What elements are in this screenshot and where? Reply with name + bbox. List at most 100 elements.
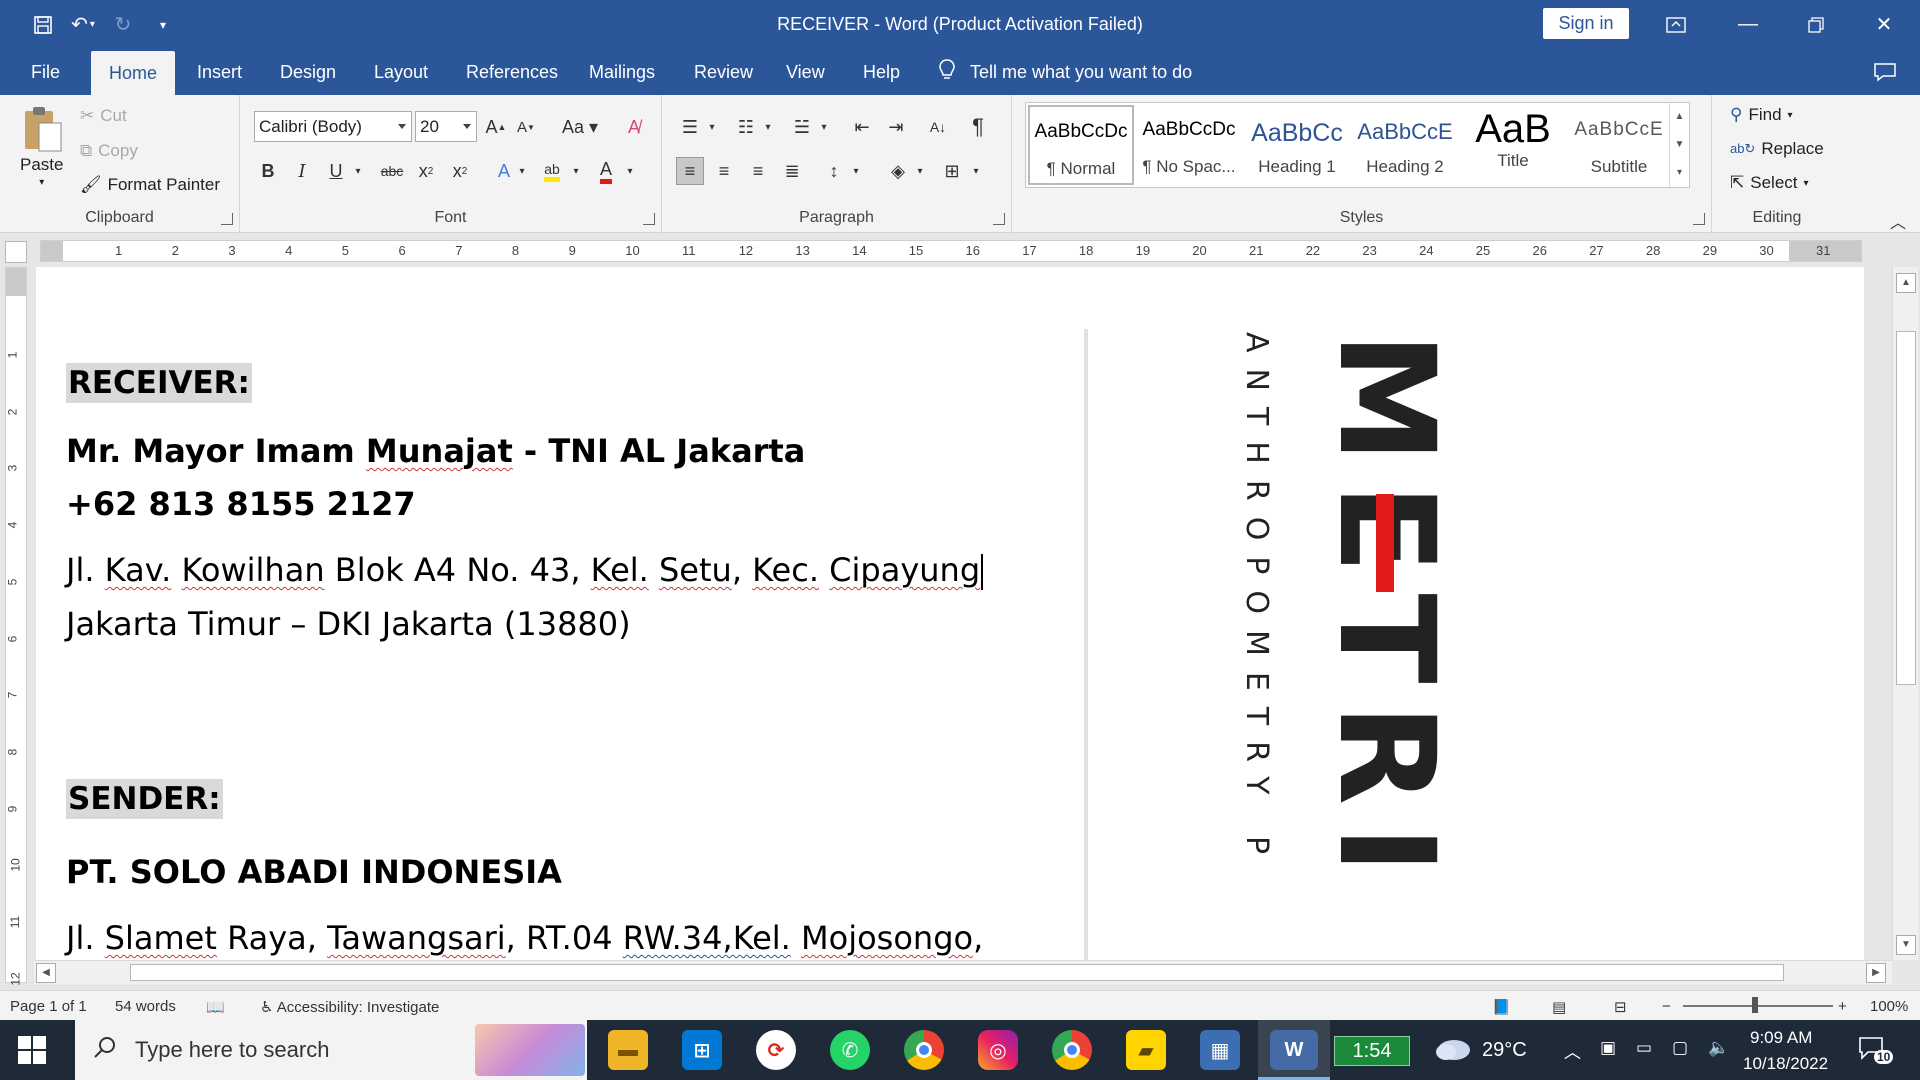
grow-font-icon[interactable]: A ▲ xyxy=(482,113,510,141)
style-subtitle[interactable]: AaBbCcE Subtitle xyxy=(1566,105,1672,185)
numbering-dropdown-icon[interactable]: ▾ xyxy=(754,113,782,141)
chrome-profile-icon[interactable] xyxy=(1052,1030,1092,1070)
antivirus-icon[interactable]: ⟳ xyxy=(756,1030,796,1070)
horizontal-scroll-thumb[interactable] xyxy=(130,964,1784,981)
windows-start-icon[interactable] xyxy=(18,1036,46,1064)
scroll-up-icon[interactable]: ▲ xyxy=(1896,273,1916,293)
battery-icon[interactable]: ▭ xyxy=(1636,1038,1652,1058)
tab-help[interactable]: Help xyxy=(863,49,900,95)
comments-icon[interactable] xyxy=(1870,59,1900,85)
print-layout-icon[interactable]: ▤ xyxy=(1552,998,1566,1016)
receiver-address-line-2[interactable]: Jakarta Timur – DKI Jakarta (13880) xyxy=(66,605,631,643)
zoom-slider[interactable] xyxy=(1683,1005,1833,1007)
shrink-font-icon[interactable]: A ▼ xyxy=(512,113,540,141)
paste-dropdown-icon[interactable]: ▾ xyxy=(39,177,44,188)
chrome-icon[interactable] xyxy=(904,1030,944,1070)
cut-button[interactable]: ✂ Cut xyxy=(80,106,127,126)
styles-scroll-down-icon[interactable]: ▼ xyxy=(1670,131,1689,159)
horizontal-ruler[interactable]: 1 2 3 4 5 6 7 8 9 10 11 12 13 14 15 16 17 18 19 20 21 22 23 24 2… xyxy=(40,240,1862,262)
volume-icon[interactable]: 🔈 xyxy=(1708,1038,1729,1058)
ribbon-display-options-icon[interactable] xyxy=(1644,0,1708,49)
font-size-box[interactable]: 20 xyxy=(415,111,477,142)
subscript-icon[interactable]: x2 xyxy=(412,157,440,185)
close-icon[interactable]: ✕ xyxy=(1852,0,1916,49)
tab-review[interactable]: Review xyxy=(694,49,753,95)
text-effects-dropdown-icon[interactable]: ▾ xyxy=(508,157,536,185)
style-title[interactable]: AaB Title xyxy=(1460,105,1566,185)
receiver-address-line-1[interactable]: Jl. Kav. Kowilhan Blok A4 No. 43, Kel. S… xyxy=(66,551,984,590)
increase-indent-icon[interactable]: ⇥ xyxy=(882,113,910,141)
scroll-down-icon[interactable]: ▼ xyxy=(1896,935,1916,955)
horizontal-scrollbar[interactable]: ◀ ▶ xyxy=(34,960,1892,984)
align-center-icon[interactable]: ≡ xyxy=(710,157,738,185)
font-name-box[interactable]: Calibri (Body) xyxy=(254,111,412,142)
zoom-out-icon[interactable]: − xyxy=(1662,998,1671,1015)
style-no-spacing[interactable]: AaBbCcDc ¶ No Spac... xyxy=(1136,105,1242,185)
display-tray-icon[interactable]: ▢ xyxy=(1672,1038,1688,1058)
clock-time[interactable]: 9:09 AM xyxy=(1750,1028,1812,1048)
page-count[interactable]: Page 1 of 1 xyxy=(10,998,87,1015)
styles-scroll-up-icon[interactable]: ▲ xyxy=(1670,103,1689,131)
proofing-icon[interactable]: 📖 xyxy=(206,998,225,1016)
microsoft-store-icon[interactable]: ⊞ xyxy=(682,1030,722,1070)
zoom-level[interactable]: 100% xyxy=(1870,998,1908,1015)
select-button[interactable]: ⇱ Select ▾ xyxy=(1730,173,1809,193)
taskbar-search[interactable]: Type here to search xyxy=(75,1020,587,1080)
styles-more-icon[interactable]: ▾ xyxy=(1670,159,1689,187)
align-right-icon[interactable]: ≡ xyxy=(744,157,772,185)
tab-selector-icon[interactable] xyxy=(5,241,27,263)
replace-button[interactable]: ab↻ Replace xyxy=(1730,139,1824,159)
sender-address-line-1[interactable]: Jl. Slamet Raya, Tawangsari, RT.04 RW.34… xyxy=(66,919,983,957)
tab-mailings[interactable]: Mailings xyxy=(589,49,655,95)
file-explorer-icon[interactable]: ▬ xyxy=(608,1030,648,1070)
accessibility-status[interactable]: ♿ Accessibility: Investigate xyxy=(260,998,439,1016)
clock-date[interactable]: 10/18/2022 xyxy=(1743,1054,1828,1074)
style-heading-2[interactable]: AaBbCcE Heading 2 xyxy=(1352,105,1458,185)
font-color-dropdown-icon[interactable]: ▾ xyxy=(616,157,644,185)
clipboard-launcher-icon[interactable] xyxy=(221,213,233,225)
bold-icon[interactable]: B xyxy=(254,157,282,185)
style-heading-1[interactable]: AaBbCc Heading 1 xyxy=(1244,105,1350,185)
sign-in-button[interactable]: Sign in xyxy=(1543,8,1629,39)
change-case-icon[interactable]: Aa ▾ xyxy=(558,113,602,141)
restore-icon[interactable] xyxy=(1784,0,1848,49)
highlight-dropdown-icon[interactable]: ▾ xyxy=(562,157,590,185)
tab-file[interactable]: File xyxy=(31,49,60,95)
weather-cloud-icon[interactable] xyxy=(1432,1034,1472,1062)
document-page[interactable]: RECEIVER: Mr. Mayor Imam Munajat - TNI A… xyxy=(36,267,1864,960)
timer-widget[interactable]: 1:54 xyxy=(1334,1036,1410,1066)
sender-heading[interactable]: SENDER: xyxy=(66,779,223,819)
clear-formatting-icon[interactable]: A̸ xyxy=(620,113,648,141)
scroll-right-icon[interactable]: ▶ xyxy=(1866,963,1886,983)
underline-dropdown-icon[interactable]: ▾ xyxy=(344,157,372,185)
italic-icon[interactable]: I xyxy=(288,157,316,185)
tab-view[interactable]: View xyxy=(786,49,825,95)
vertical-ruler[interactable]: 1 2 3 4 5 6 7 8 9 10 11 12 xyxy=(5,267,27,985)
line-spacing-dropdown-icon[interactable]: ▾ xyxy=(842,157,870,185)
shading-dropdown-icon[interactable]: ▾ xyxy=(906,157,934,185)
justify-icon[interactable]: ≣ xyxy=(778,157,806,185)
tell-me-box[interactable]: Tell me what you want to do xyxy=(938,49,1192,95)
tab-insert[interactable]: Insert xyxy=(197,49,242,95)
network-tray-icon[interactable]: ▣ xyxy=(1600,1038,1616,1058)
align-left-icon[interactable]: ≡ xyxy=(676,157,704,185)
sticky-notes-icon[interactable]: ▰ xyxy=(1126,1030,1166,1070)
word-count[interactable]: 54 words xyxy=(115,998,176,1015)
web-layout-icon[interactable]: ⊟ xyxy=(1614,998,1627,1016)
minimize-icon[interactable]: — xyxy=(1716,0,1780,49)
select-dropdown-icon[interactable]: ▾ xyxy=(1804,178,1809,189)
vertical-scrollbar[interactable]: ▲ ▼ xyxy=(1892,267,1918,960)
scroll-left-icon[interactable]: ◀ xyxy=(36,963,56,983)
format-painter-button[interactable]: 🖌 Format Painter xyxy=(80,175,220,195)
style-normal[interactable]: AaBbCcDc ¶ Normal xyxy=(1028,105,1134,185)
decrease-indent-icon[interactable]: ⇤ xyxy=(848,113,876,141)
weather-temperature[interactable]: 29°C xyxy=(1482,1039,1527,1062)
borders-dropdown-icon[interactable]: ▾ xyxy=(962,157,990,185)
strikethrough-icon[interactable]: abc xyxy=(378,157,406,185)
paragraph-launcher-icon[interactable] xyxy=(993,213,1005,225)
calculator-icon[interactable]: ▦ xyxy=(1200,1030,1240,1070)
undo-icon[interactable]: ↶ ▾ xyxy=(66,8,100,42)
notification-center-icon[interactable]: 10 xyxy=(1858,1036,1894,1066)
instagram-icon[interactable]: ◎ xyxy=(978,1030,1018,1070)
receiver-name[interactable]: Mr. Mayor Imam Munajat - TNI AL Jakarta xyxy=(66,432,805,470)
